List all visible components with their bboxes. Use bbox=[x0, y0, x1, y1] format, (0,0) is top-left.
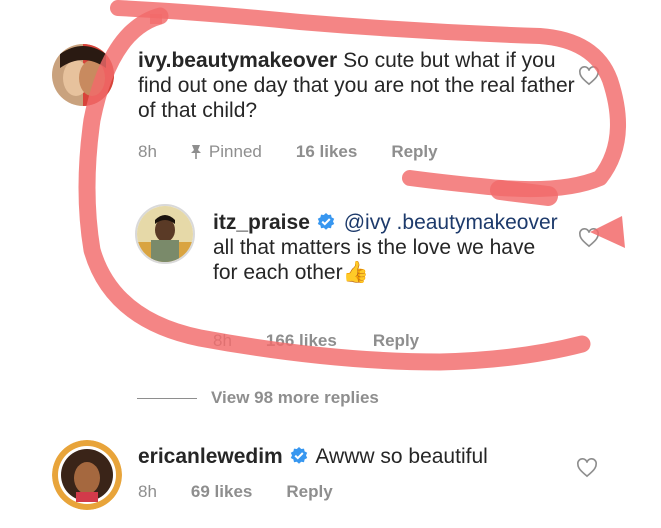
divider-line bbox=[137, 397, 197, 399]
timestamp: 8h bbox=[138, 142, 157, 161]
verified-badge-icon bbox=[317, 213, 335, 230]
username[interactable]: itz_praise bbox=[213, 211, 310, 234]
likes-count[interactable]: 16 likes bbox=[296, 142, 357, 162]
comment-body: itz_praise @ivy .beautymakeover all that… bbox=[213, 210, 563, 285]
comment-meta: 8h Pinned 16 likes Reply bbox=[138, 142, 438, 162]
avatar[interactable] bbox=[135, 204, 195, 264]
mention-link[interactable]: @ivy .beautymakeover bbox=[344, 211, 558, 234]
reply-button[interactable]: Reply bbox=[391, 142, 437, 162]
comment-body: ericanlewedim Awww so beautiful bbox=[138, 444, 578, 469]
heart-outline-icon[interactable] bbox=[578, 66, 600, 86]
pin-icon bbox=[189, 144, 203, 160]
view-more-label[interactable]: View 98 more replies bbox=[211, 388, 379, 408]
username[interactable]: ivy.beautymakeover bbox=[138, 49, 337, 72]
comment-body: ivy.beautymakeover So cute but what if y… bbox=[138, 48, 578, 123]
comment-meta: 8h 69 likes Reply bbox=[138, 482, 333, 502]
timestamp: 8h bbox=[138, 482, 157, 501]
heart-outline-icon[interactable] bbox=[578, 228, 600, 248]
comment-text: Awww so beautiful bbox=[315, 445, 488, 468]
likes-count[interactable]: 166 likes bbox=[266, 331, 337, 351]
likes-count[interactable]: 69 likes bbox=[191, 482, 252, 502]
verified-badge-icon bbox=[290, 447, 307, 464]
pinned-label: Pinned bbox=[208, 142, 262, 161]
comment-text: all that matters is the love we have for… bbox=[213, 236, 536, 284]
reply-button[interactable]: Reply bbox=[286, 482, 332, 502]
heart-outline-icon[interactable] bbox=[576, 458, 598, 478]
comment-meta: 8h 166 likes Reply bbox=[213, 331, 419, 351]
timestamp: 8h bbox=[213, 331, 232, 350]
username[interactable]: ericanlewedim bbox=[138, 445, 283, 468]
avatar[interactable] bbox=[52, 440, 122, 510]
reply-button[interactable]: Reply bbox=[373, 331, 419, 351]
view-more-replies-button[interactable]: View 98 more replies bbox=[137, 388, 379, 408]
thumbs-up-emoji: 👍 bbox=[342, 261, 369, 284]
avatar[interactable] bbox=[52, 44, 114, 106]
